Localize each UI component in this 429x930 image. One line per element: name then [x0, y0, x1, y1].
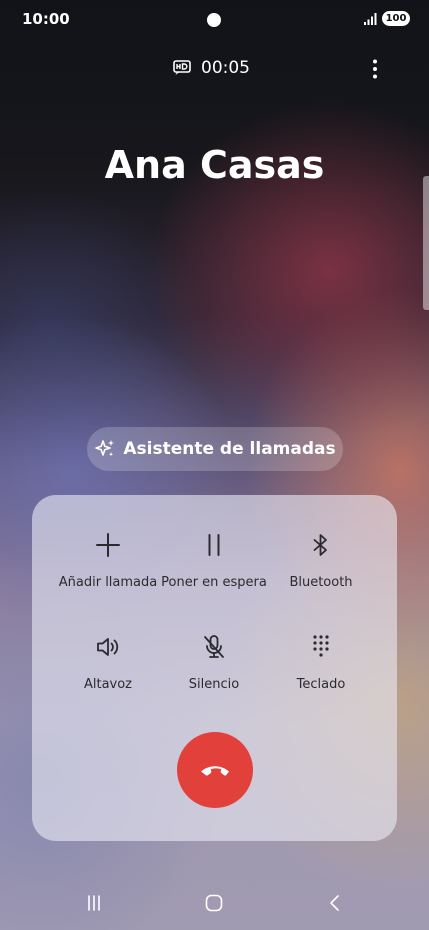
- battery-indicator: 100: [382, 11, 410, 26]
- call-timer: 00:05: [201, 58, 250, 78]
- status-time: 10:00: [22, 10, 70, 28]
- add-call-button[interactable]: Añadir llamada: [48, 531, 168, 590]
- speaker-icon: [97, 638, 119, 656]
- speaker-label: Altavoz: [83, 677, 133, 692]
- hd-voice-icon: [173, 60, 191, 75]
- bluetooth-button[interactable]: Bluetooth: [261, 531, 381, 590]
- bluetooth-icon: [313, 534, 327, 556]
- hold-label: Poner en espera: [161, 575, 267, 590]
- recents-button[interactable]: [79, 890, 109, 916]
- end-call-button[interactable]: [177, 732, 253, 808]
- mute-button[interactable]: Silencio: [154, 633, 274, 692]
- end-call-icon: [201, 766, 229, 776]
- bluetooth-label: Bluetooth: [289, 575, 353, 590]
- plus-icon: [96, 533, 120, 557]
- back-button[interactable]: [320, 890, 350, 916]
- speaker-button[interactable]: Altavoz: [48, 633, 168, 692]
- signal-icon: [364, 13, 377, 25]
- add-call-label: Añadir llamada: [58, 575, 158, 590]
- call-assistant-button[interactable]: Asistente de llamadas: [87, 427, 343, 471]
- mute-label: Silencio: [188, 677, 240, 692]
- keypad-label: Teclado: [296, 677, 346, 692]
- back-icon: [330, 895, 339, 911]
- home-icon: [205, 894, 223, 912]
- home-button[interactable]: [199, 890, 229, 916]
- dialpad-icon: [313, 635, 329, 657]
- more-vertical-icon[interactable]: [366, 58, 384, 80]
- contact-name: Ana Casas: [104, 143, 325, 187]
- recents-icon: [88, 895, 100, 911]
- call-assistant-label: Asistente de llamadas: [123, 439, 336, 459]
- sparkle-icon: [95, 440, 115, 457]
- keypad-button[interactable]: Teclado: [261, 633, 381, 692]
- call-screen: 10:00 100 00:05 Ana Casas Asistente de l…: [0, 0, 429, 930]
- pause-icon: [208, 534, 220, 556]
- camera-cutout: [207, 13, 221, 27]
- edge-panel-handle[interactable]: [423, 176, 429, 310]
- hold-button[interactable]: Poner en espera: [154, 531, 274, 590]
- mic-off-icon: [204, 635, 224, 658]
